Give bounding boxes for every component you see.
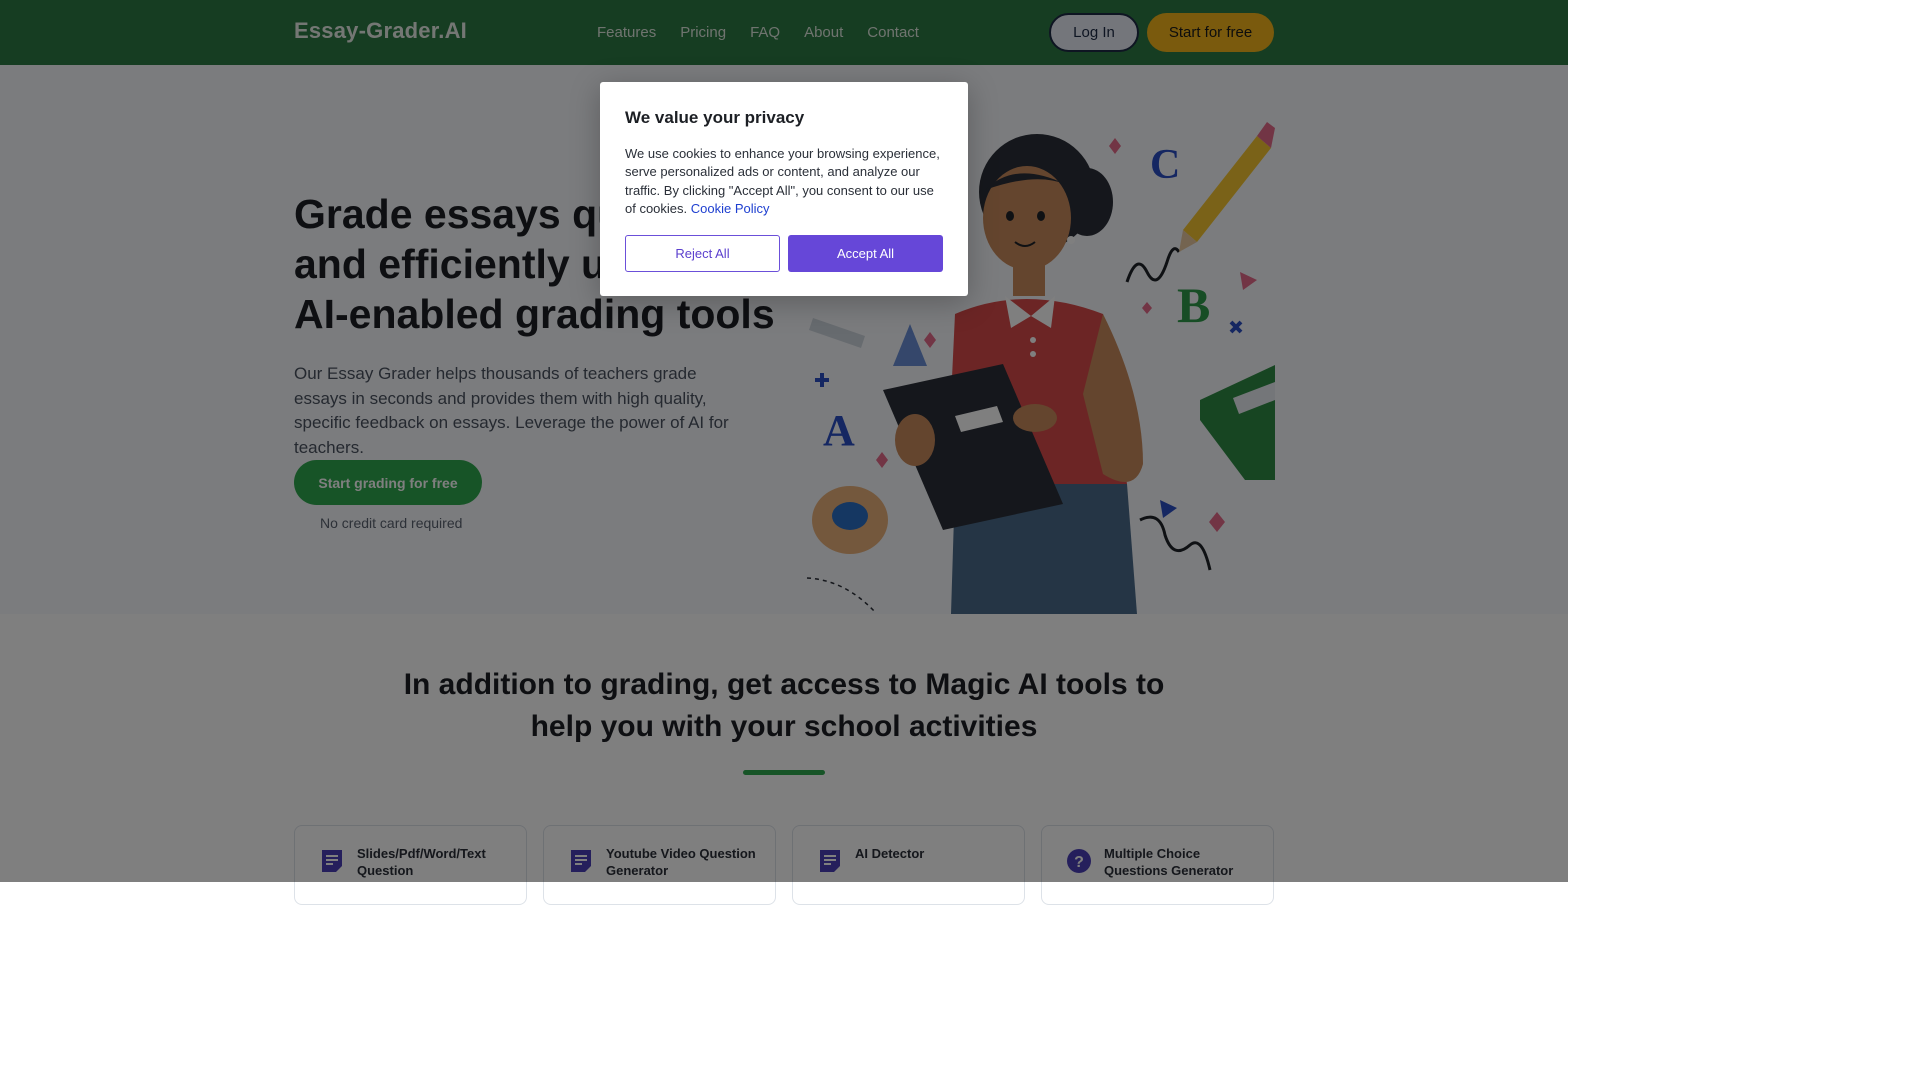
cookie-policy-link[interactable]: Cookie Policy [691,201,770,216]
cookie-dialog-title: We value your privacy [625,108,805,127]
reject-all-button[interactable]: Reject All [625,235,780,272]
cookie-dialog-text: We use cookies to enhance your browsing … [625,146,940,216]
accept-all-button[interactable]: Accept All [788,235,943,272]
cookie-consent-dialog: We value your privacy We use cookies to … [600,82,968,296]
cookie-dialog-body: We use cookies to enhance your browsing … [625,145,945,218]
